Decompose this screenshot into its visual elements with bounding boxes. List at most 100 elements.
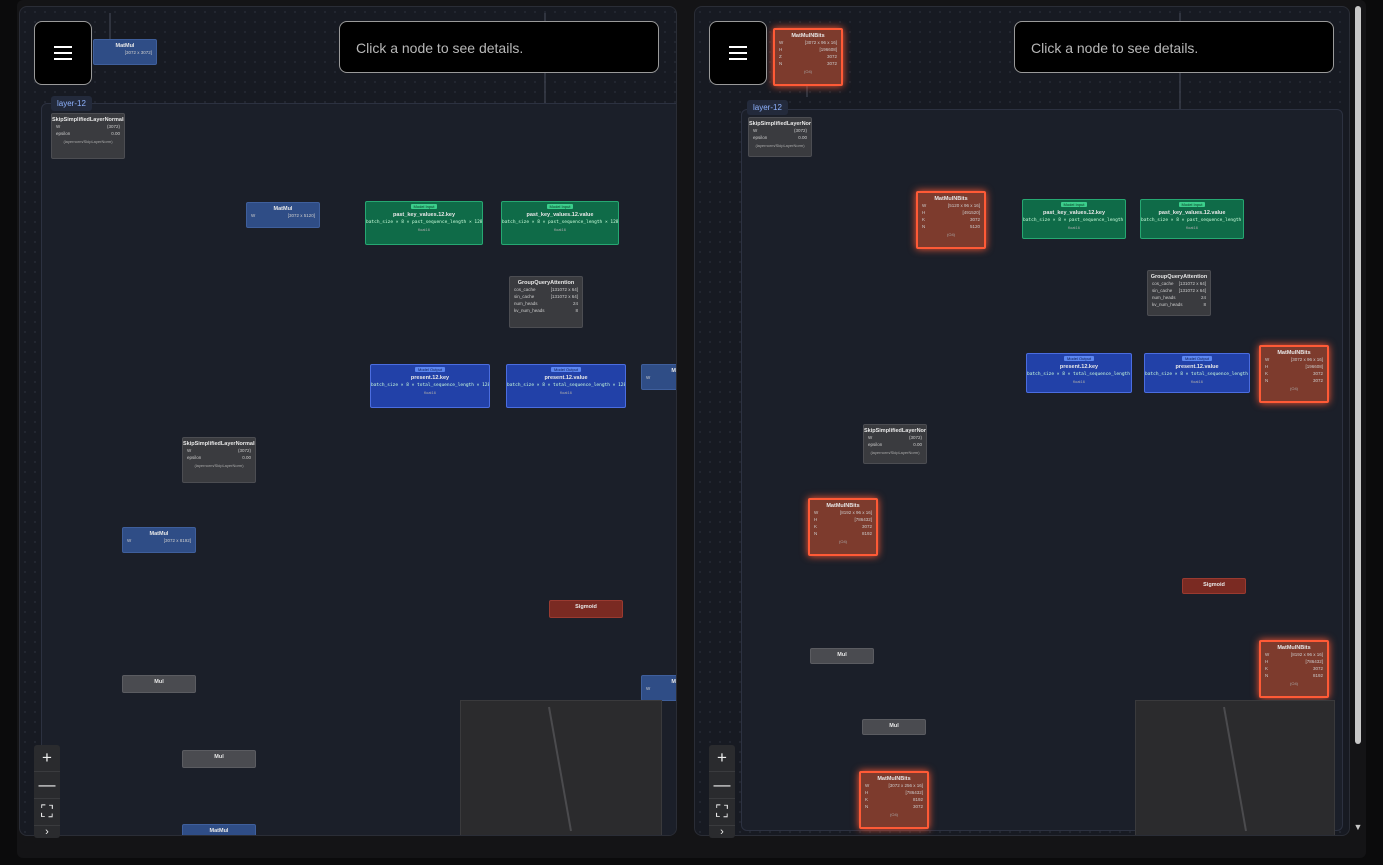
zoom-out-button[interactable]: —: [34, 772, 60, 799]
more-controls-button[interactable]: ›: [34, 826, 60, 838]
node-title: SkipSimplifiedLayerNormalization: [183, 441, 256, 447]
node-details-panel: Click a node to see details.: [1014, 21, 1334, 73]
attr-value: 3072: [1312, 371, 1323, 376]
attr-value: 3072: [861, 524, 872, 529]
node-model-output[interactable]: Model Output present.12.key batch_size ×…: [370, 364, 490, 408]
node-skip-layer-norm[interactable]: SkipSimplifiedLayerNormalization W (3072)…: [51, 113, 125, 159]
node-dtype: float16: [1190, 379, 1203, 384]
node-matmul-nbits[interactable]: MatMulNBits W [8192 x 96 x 16] H [786432] …: [1259, 640, 1329, 698]
node-skip-layer-norm[interactable]: SkipSimplifiedLayerNormalization W (3072)…: [863, 424, 927, 464]
attr-value: [131072 x 64]: [550, 294, 578, 299]
attr-label: W: [868, 435, 873, 440]
node-tag: Model Output: [414, 367, 445, 372]
minimap[interactable]: [460, 700, 662, 835]
scrollbar-thumb[interactable]: [1355, 6, 1361, 744]
layer-group-label: layer-12: [747, 100, 788, 115]
node-sigmoid[interactable]: Sigmoid: [549, 600, 623, 618]
node-model-output[interactable]: Model Output present.12.key batch_size ×…: [1026, 353, 1132, 393]
attr-value: 0.00: [242, 455, 251, 460]
attr-value: [8192 x 96 x 16]: [1290, 652, 1323, 657]
node-title: Sigmoid: [575, 604, 597, 610]
attr-label: W: [779, 40, 784, 45]
node-footer: (O4): [947, 232, 955, 237]
node-shape: batch_size × 8 × past_sequence_length × …: [1023, 218, 1125, 223]
node-model-input[interactable]: Model Input past_key_values.12.key batch…: [1022, 199, 1126, 239]
attr-label: N: [922, 224, 926, 229]
node-title: SkipSimplifiedLayerNormalization: [52, 117, 125, 123]
node-title: present.12.key: [1059, 364, 1099, 370]
node-title: MatMulNBits: [1277, 645, 1311, 651]
menu-button[interactable]: [34, 21, 92, 85]
attr-value: 8: [1203, 302, 1206, 307]
attr-label: N: [1265, 378, 1269, 383]
node-model-input[interactable]: Model Input past_key_values.12.value bat…: [1140, 199, 1244, 239]
node-sigmoid[interactable]: Sigmoid: [1182, 578, 1246, 594]
menu-button[interactable]: [709, 21, 767, 85]
node-skip-layer-norm[interactable]: SkipSimplifiedLayerNormalization W (3072)…: [182, 437, 256, 483]
attr-value: 3072: [969, 217, 980, 222]
attr-value: [131072 x 64]: [550, 287, 578, 292]
attr-value: 5120: [969, 224, 980, 229]
minimap[interactable]: [1135, 700, 1335, 835]
attr-label: Z: [779, 54, 782, 59]
attr-label: W: [922, 203, 927, 208]
node-skip-layer-norm[interactable]: SkipSimplifiedLayerNormalization W (3072)…: [748, 117, 812, 157]
attr-label: num_heads: [1152, 295, 1176, 300]
node-shape: batch_size × 8 × total_sequence_length ×…: [507, 383, 626, 388]
graph-canvas-left[interactable]: layer-12 MatMul [3072 x 3072] SkipSimpli…: [19, 6, 677, 836]
node-matmul-nbits[interactable]: MatMulNBits W [3072 x 96 x 16] H [196608] …: [773, 28, 843, 86]
node-title: Mul: [889, 723, 899, 729]
node-footer: (O4): [839, 539, 847, 544]
node-matmul-partial[interactable]: M W: [641, 675, 676, 701]
more-controls-button[interactable]: ›: [709, 826, 735, 838]
node-matmul[interactable]: MatMul W [3072 x 8192]: [122, 527, 196, 553]
vertical-scrollbar[interactable]: ▼: [1353, 0, 1363, 834]
node-shape: batch_size × 8 × past_sequence_length × …: [366, 220, 483, 225]
scroll-down-arrow[interactable]: ▼: [1353, 822, 1363, 832]
node-dtype: float16: [417, 227, 430, 232]
attr-value: 8: [575, 308, 578, 313]
attr-label: W: [187, 448, 192, 453]
node-model-input[interactable]: Model Input past_key_values.12.value bat…: [501, 201, 619, 245]
node-mul[interactable]: Mul: [182, 750, 256, 768]
node-shape: batch_size × 8 × total_sequence_length ×…: [1027, 372, 1131, 377]
attr-label: epsilon: [56, 131, 71, 136]
node-footer: (layernorm/SkipLayerNorm): [63, 139, 113, 144]
node-mul[interactable]: Mul: [122, 675, 196, 693]
node-mul[interactable]: Mul: [810, 648, 874, 664]
node-mul[interactable]: Mul: [862, 719, 926, 735]
node-matmul[interactable]: MatMul [3072 x 3072]: [93, 39, 157, 65]
node-matmul[interactable]: MatMul W [3072 x 5120]: [246, 202, 320, 228]
node-title: MatMul: [273, 206, 293, 212]
node-title: M: [671, 368, 676, 374]
node-footer: (O4): [804, 69, 812, 74]
node-matmul-nbits[interactable]: MatMulNBits W [3072 x 256 x 16] H [786432]…: [859, 771, 929, 829]
zoom-in-button[interactable]: +: [34, 745, 60, 772]
node-footer: (O4): [890, 812, 898, 817]
attr-label: W: [865, 783, 870, 788]
node-matmul-nbits[interactable]: MatMulNBits W [3072 x 96 x 16] H [196608] …: [1259, 345, 1329, 403]
node-matmul-nbits[interactable]: MatMulNBits W [8192 x 96 x 16] H [786432] …: [808, 498, 878, 556]
node-tag: Model Input: [1060, 202, 1088, 207]
attr-label: N: [1265, 673, 1269, 678]
attr-label: W: [127, 538, 132, 543]
attr-label: K: [865, 797, 869, 802]
node-model-input[interactable]: Model Input past_key_values.12.key batch…: [365, 201, 483, 245]
node-matmul[interactable]: MatMul: [182, 824, 256, 835]
node-matmul-nbits[interactable]: MatMulNBits W [5120 x 96 x 16] H [491520] …: [916, 191, 986, 249]
zoom-out-button[interactable]: —: [709, 772, 735, 799]
zoom-in-button[interactable]: +: [709, 745, 735, 772]
fit-view-button[interactable]: ⛶: [34, 799, 60, 826]
graph-canvas-right[interactable]: layer-12 MatMulNBits W [3072 x 96 x 16] H…: [694, 6, 1350, 836]
attr-value: 3072: [1312, 378, 1323, 383]
node-group-query-attention[interactable]: GroupQueryAttention cos_cache [131072 x 6…: [509, 276, 583, 328]
attr-label: W: [1265, 357, 1270, 362]
node-model-output[interactable]: Model Output present.12.value batch_size…: [1144, 353, 1250, 393]
fit-view-button[interactable]: ⛶: [709, 799, 735, 826]
node-matmul-partial[interactable]: M W: [641, 364, 676, 390]
node-title: MatMulNBits: [826, 503, 860, 509]
node-model-output[interactable]: Model Output present.12.value batch_size…: [506, 364, 626, 408]
node-title: past_key_values.12.key: [1042, 210, 1106, 216]
attr-label: kv_num_heads: [514, 308, 545, 313]
node-group-query-attention[interactable]: GroupQueryAttention cos_cache [131072 x 6…: [1147, 270, 1211, 316]
